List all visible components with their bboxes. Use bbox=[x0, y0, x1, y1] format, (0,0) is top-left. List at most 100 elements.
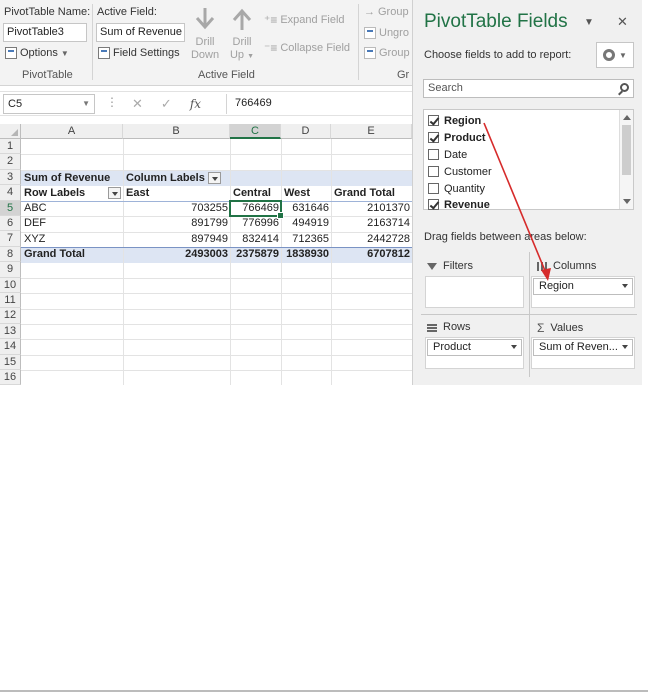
row-header[interactable]: 4 bbox=[0, 185, 21, 201]
grand-total-label[interactable]: Grand Total bbox=[22, 247, 123, 262]
close-icon[interactable]: ✕ bbox=[617, 14, 628, 30]
field-item-region[interactable]: Region bbox=[428, 113, 481, 128]
rows-item-product[interactable]: Product bbox=[427, 339, 522, 356]
row-header[interactable]: 13 bbox=[0, 323, 21, 340]
checkbox[interactable] bbox=[428, 183, 439, 194]
column-header-d[interactable]: D bbox=[281, 124, 331, 139]
field-item-revenue[interactable]: Revenue bbox=[428, 197, 490, 212]
row-header[interactable]: 12 bbox=[0, 308, 21, 324]
column-header-e[interactable]: E bbox=[331, 124, 412, 139]
row-header[interactable]: 16 bbox=[0, 370, 21, 385]
row-filter-dropdown[interactable] bbox=[108, 187, 121, 199]
expand-field-button[interactable]: ⁺≡ Expand Field bbox=[264, 13, 345, 27]
row-header[interactable]: 1 bbox=[0, 139, 21, 155]
row-header[interactable]: 9 bbox=[0, 262, 21, 278]
pivottable-name-input[interactable]: PivotTable3 bbox=[3, 23, 87, 42]
drill-down-button[interactable]: Drill Down bbox=[190, 6, 220, 62]
row-header[interactable]: 14 bbox=[0, 339, 21, 355]
value-cell[interactable]: 494919 bbox=[282, 216, 331, 231]
pane-options-icon[interactable]: ▼ bbox=[584, 17, 594, 28]
pivot-row-labels[interactable]: Row Labels bbox=[22, 186, 123, 201]
group-field-button[interactable]: Group bbox=[364, 47, 410, 59]
pane-subtitle: Choose fields to add to report: bbox=[424, 49, 572, 61]
formula-input[interactable]: 766469 bbox=[226, 94, 412, 114]
field-item-quantity[interactable]: Quantity bbox=[428, 181, 485, 196]
chevron-down-icon[interactable] bbox=[622, 284, 628, 288]
field-item-date[interactable]: Date bbox=[428, 147, 467, 162]
ungroup-button[interactable]: Ungro bbox=[364, 27, 409, 39]
value-cell[interactable]: 832414 bbox=[231, 232, 281, 247]
row-header[interactable]: 7 bbox=[0, 231, 21, 247]
column-header-b[interactable]: B bbox=[123, 124, 230, 139]
drill-up-button[interactable]: Drill Up ▼ bbox=[227, 6, 257, 63]
active-field-input[interactable]: Sum of Revenue bbox=[96, 23, 185, 42]
value-cell[interactable]: 703255 bbox=[124, 201, 230, 216]
value-cell[interactable]: 776996 bbox=[231, 216, 281, 231]
value-cell[interactable]: 897949 bbox=[124, 232, 230, 247]
grand-total-cell[interactable]: 6707812 bbox=[332, 247, 412, 262]
column-filter-dropdown[interactable] bbox=[207, 172, 221, 185]
cancel-icon[interactable]: ✕ bbox=[132, 96, 143, 112]
value-cell[interactable]: 712365 bbox=[282, 232, 331, 247]
pivot-value-field-label[interactable]: Sum of Revenue bbox=[22, 171, 124, 186]
field-item-product[interactable]: Product bbox=[428, 130, 486, 145]
column-header-west[interactable]: West bbox=[282, 186, 331, 201]
row-header[interactable]: 8 bbox=[0, 246, 21, 263]
checkbox[interactable] bbox=[428, 166, 439, 177]
row-header[interactable]: 11 bbox=[0, 293, 21, 309]
rows-area-header: Rows bbox=[427, 321, 471, 333]
row-label-cell[interactable]: ABC bbox=[22, 201, 123, 216]
grand-total-cell[interactable]: 2493003 bbox=[124, 247, 230, 262]
row-label-cell[interactable]: DEF bbox=[22, 216, 123, 231]
chevron-down-icon[interactable] bbox=[511, 345, 517, 349]
columns-item-region[interactable]: Region bbox=[533, 278, 633, 295]
select-all-button[interactable] bbox=[0, 124, 21, 139]
grand-total-cell[interactable]: 2375879 bbox=[231, 247, 281, 262]
column-header-central[interactable]: Central bbox=[231, 186, 281, 201]
column-header-a[interactable]: A bbox=[21, 124, 123, 139]
value-cell[interactable]: 2101370 bbox=[332, 201, 412, 216]
pivot-column-labels[interactable]: Column Labels bbox=[124, 171, 234, 186]
scroll-thumb[interactable] bbox=[622, 125, 631, 175]
name-box[interactable]: C5 ▼ bbox=[3, 94, 95, 114]
search-input[interactable]: Search bbox=[423, 79, 634, 98]
spreadsheet-grid[interactable]: A B C D E 1 2 3 4 5 6 7 8 9 10 11 12 13 … bbox=[0, 124, 412, 385]
row-header[interactable]: 6 bbox=[0, 216, 21, 232]
row-header[interactable]: 5 bbox=[0, 200, 21, 216]
scroll-up-icon[interactable] bbox=[623, 115, 631, 120]
field-list-scrollbar[interactable] bbox=[619, 110, 633, 209]
field-item-customer[interactable]: Customer bbox=[428, 164, 492, 179]
enter-icon[interactable]: ✓ bbox=[161, 96, 172, 112]
column-header-c[interactable]: C bbox=[230, 124, 281, 139]
rows-icon bbox=[427, 322, 437, 332]
grand-total-cell[interactable]: 1838930 bbox=[282, 247, 331, 262]
scroll-down-icon[interactable] bbox=[623, 199, 631, 204]
column-header-grand-total[interactable]: Grand Total bbox=[332, 186, 412, 201]
field-list[interactable]: Region Product Date Customer Quantity Re… bbox=[423, 109, 634, 212]
group-selection-button[interactable]: → Group bbox=[364, 6, 409, 18]
field-settings-button[interactable]: Field Settings bbox=[98, 47, 180, 59]
row-header[interactable]: 15 bbox=[0, 354, 21, 370]
value-cell[interactable]: 2442728 bbox=[332, 232, 412, 247]
field-settings-icon bbox=[98, 47, 110, 59]
value-cell[interactable]: 631646 bbox=[282, 201, 331, 216]
checkbox[interactable] bbox=[428, 149, 439, 160]
checkbox[interactable] bbox=[428, 132, 439, 143]
checkbox[interactable] bbox=[428, 199, 439, 210]
options-button[interactable]: Options ▼ bbox=[5, 47, 69, 59]
pivottable-name-label: PivotTable Name: bbox=[4, 6, 91, 18]
row-header[interactable]: 2 bbox=[0, 154, 21, 170]
row-header[interactable]: 3 bbox=[0, 169, 21, 186]
checkbox[interactable] bbox=[428, 115, 439, 126]
values-item-sum-of-revenue[interactable]: Sum of Reven... bbox=[533, 339, 633, 356]
value-cell[interactable]: 891799 bbox=[124, 216, 230, 231]
row-label-cell[interactable]: XYZ bbox=[22, 232, 123, 247]
value-cell[interactable]: 2163714 bbox=[332, 216, 412, 231]
insert-function-icon[interactable]: fx bbox=[190, 97, 201, 111]
chevron-down-icon[interactable] bbox=[622, 345, 628, 349]
column-header-east[interactable]: East bbox=[124, 186, 230, 201]
row-header[interactable]: 10 bbox=[0, 277, 21, 293]
collapse-field-button[interactable]: ⁻≡ Collapse Field bbox=[264, 41, 350, 55]
tools-button[interactable]: ▼ bbox=[596, 42, 634, 68]
filters-drop-area[interactable] bbox=[425, 276, 524, 308]
